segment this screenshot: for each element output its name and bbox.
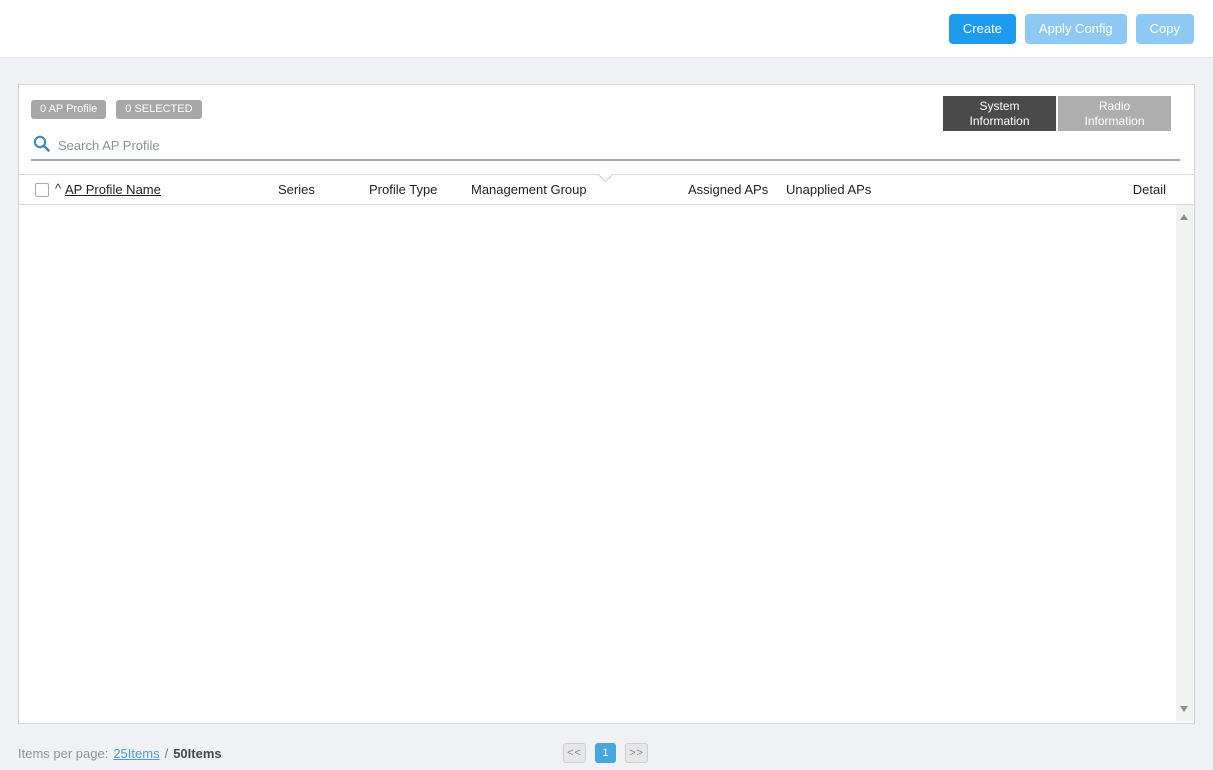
sort-asc-icon[interactable]: ^ [55,175,61,203]
pagination: << 1 >> [563,743,648,763]
top-action-bar: Create Apply Config Copy [0,0,1213,58]
search-input[interactable] [58,133,1180,157]
select-all-checkbox[interactable] [35,183,49,197]
ap-profile-count-badge: 0 AP Profile [31,100,106,119]
information-tabs: System Information Radio Information [943,96,1171,131]
search-icon [33,135,50,152]
scroll-down-icon[interactable] [1180,706,1188,712]
items-per-page: Items per page: 25Items / 50Items [18,746,222,761]
column-header-series: Series [278,175,315,205]
items-per-page-label: Items per page: [18,746,108,761]
ap-profile-panel: 0 AP Profile 0 SELECTED System Informati… [18,84,1195,724]
scroll-up-icon[interactable] [1180,214,1188,220]
chevron-down-notch-icon [598,167,614,183]
selected-count-badge: 0 SELECTED [116,100,201,119]
apply-config-button[interactable]: Apply Config [1025,14,1127,44]
column-header-assigned-aps: Assigned APs [688,175,768,205]
search-bar [31,131,1180,161]
table-body-empty [19,205,1194,723]
count-badges: 0 AP Profile 0 SELECTED [31,100,202,119]
pagination-prev-button[interactable]: << [563,743,586,763]
column-header-profile-type: Profile Type [369,175,437,205]
pagination-next-button[interactable]: >> [625,743,648,763]
column-header-unapplied-aps: Unapplied APs [786,175,871,205]
tab-radio-information[interactable]: Radio Information [1058,96,1171,131]
items-per-page-25-link[interactable]: 25Items [113,746,159,761]
create-button[interactable]: Create [949,14,1016,44]
tab-system-information[interactable]: System Information [943,96,1056,131]
copy-button[interactable]: Copy [1136,14,1194,44]
pagination-page-1-button[interactable]: 1 [595,743,616,763]
items-per-page-separator: / [165,746,169,761]
column-header-detail: Detail [1133,175,1166,205]
table-scrollbar[interactable] [1176,205,1193,721]
column-header-ap-profile-name[interactable]: AP Profile Name [65,175,161,205]
table-header: ^ AP Profile Name Series Profile Type Ma… [19,174,1194,205]
column-header-management-group: Management Group [471,175,587,205]
items-per-page-50-selected: 50Items [173,746,221,761]
